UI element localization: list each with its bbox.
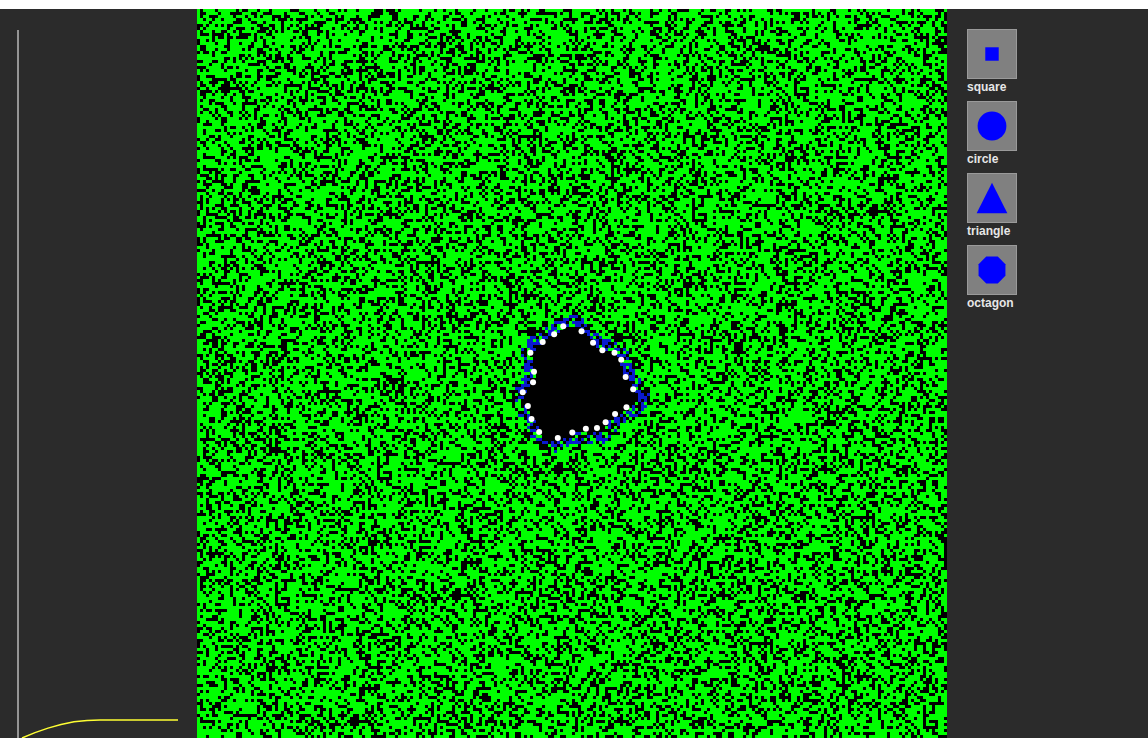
shape-item: octagon — [967, 245, 1148, 311]
plot — [0, 9, 197, 738]
plot-panel — [0, 9, 197, 738]
shape-button[interactable] — [967, 173, 1017, 223]
title-strip — [0, 0, 1148, 9]
shape-panel: square circle triangle octagon — [947, 9, 1148, 738]
shape-label: triangle — [967, 223, 1010, 239]
world-view[interactable] — [197, 9, 947, 738]
shape-button[interactable] — [967, 245, 1017, 295]
shape-item: circle — [967, 101, 1148, 167]
shape-item: square — [967, 29, 1148, 95]
shape-label: square — [967, 79, 1006, 95]
shape-button[interactable] — [967, 29, 1017, 79]
shape-label: circle — [967, 151, 998, 167]
triangle-icon — [968, 174, 1016, 222]
shape-label: octagon — [967, 295, 1014, 311]
shape-item: triangle — [967, 173, 1148, 239]
plot-axis — [18, 30, 19, 738]
plot-line — [22, 720, 178, 738]
square-icon — [968, 30, 1016, 78]
shape-button[interactable] — [967, 101, 1017, 151]
circle-icon — [968, 102, 1016, 150]
octagon-icon — [968, 246, 1016, 294]
